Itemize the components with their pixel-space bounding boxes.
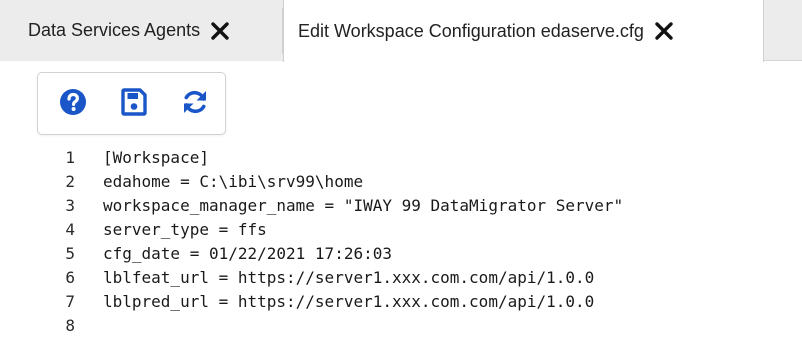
editor-toolbar	[37, 72, 226, 135]
editor-line[interactable]: 7 lblpred_url = https://server1.xxx.com.…	[0, 290, 802, 314]
tab-label: Data Services Agents	[28, 20, 201, 40]
editor-line[interactable]: 8	[0, 314, 802, 338]
line-number: 6	[65, 268, 75, 287]
editor-line[interactable]: 1 [Workspace]	[0, 146, 802, 170]
line-text[interactable]: [Workspace]	[103, 146, 209, 170]
editor-line[interactable]: 2 edahome = C:\ibi\srv99\home	[0, 170, 802, 194]
tab-bar: Data Services Agents Edit Workspace Conf…	[0, 0, 802, 62]
code-editor[interactable]: 1 [Workspace] 2 edahome = C:\ibi\srv99\h…	[0, 146, 802, 359]
line-text[interactable]: edahome = C:\ibi\srv99\home	[103, 170, 363, 194]
save-button[interactable]	[118, 87, 150, 121]
question-circle-icon	[59, 88, 87, 121]
line-text[interactable]: server_type = ffs	[103, 218, 267, 242]
line-number: 1	[65, 148, 75, 167]
tab-label: Edit Workspace Configuration edaserve.cf…	[298, 20, 644, 41]
editor-line[interactable]: 5 cfg_date = 01/22/2021 17:26:03	[0, 242, 802, 266]
floppy-disk-icon	[121, 87, 147, 121]
refresh-icon	[181, 88, 209, 121]
close-icon[interactable]	[654, 21, 674, 41]
line-text[interactable]: workspace_manager_name = "IWAY 99 DataMi…	[103, 194, 623, 218]
line-number: 3	[65, 196, 75, 215]
line-number: 5	[65, 244, 75, 263]
help-button[interactable]	[57, 88, 89, 120]
line-text[interactable]: lblfeat_url = https://server1.xxx.com.co…	[103, 266, 594, 290]
refresh-button[interactable]	[179, 88, 211, 120]
editor-window: Data Services Agents Edit Workspace Conf…	[0, 0, 802, 359]
editor-line[interactable]: 3 workspace_manager_name = "IWAY 99 Data…	[0, 194, 802, 218]
line-text[interactable]: cfg_date = 01/22/2021 17:26:03	[103, 242, 392, 266]
close-icon[interactable]	[210, 21, 230, 41]
editor-line[interactable]: 4 server_type = ffs	[0, 218, 802, 242]
editor-line[interactable]: 6 lblfeat_url = https://server1.xxx.com.…	[0, 266, 802, 290]
line-number: 7	[65, 292, 75, 311]
line-number: 4	[65, 220, 75, 239]
line-number: 2	[65, 172, 75, 191]
tab-data-services-agents[interactable]: Data Services Agents	[0, 0, 282, 61]
line-number: 8	[65, 316, 75, 335]
line-text[interactable]: lblpred_url = https://server1.xxx.com.co…	[103, 290, 594, 314]
tab-edit-workspace-configuration[interactable]: Edit Workspace Configuration edaserve.cf…	[283, 0, 764, 62]
